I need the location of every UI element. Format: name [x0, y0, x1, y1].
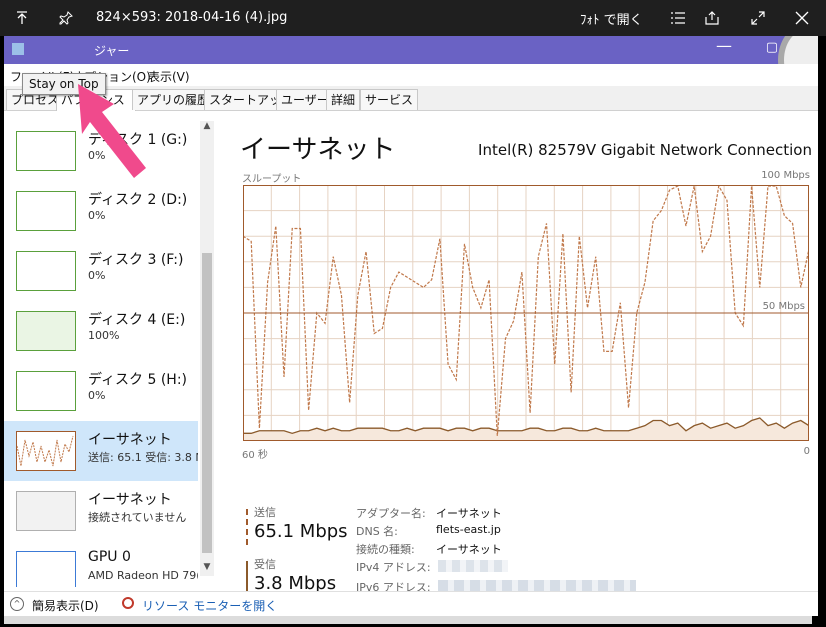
- y-mid-label: 50 Mbps: [763, 301, 805, 312]
- receive-label: 受信: [254, 558, 276, 571]
- menu-view[interactable]: 表示(V): [148, 68, 190, 85]
- info-value: イーサネット: [436, 507, 502, 520]
- minimize-icon[interactable]: —: [716, 36, 732, 55]
- chevron-up-icon[interactable]: ^: [10, 597, 24, 611]
- share-icon[interactable]: [692, 0, 732, 36]
- scroll-thumb[interactable]: [202, 253, 212, 553]
- device-thumbnail: [16, 431, 76, 471]
- close-icon[interactable]: [782, 0, 822, 36]
- device-name: GPU 0: [88, 549, 131, 565]
- device-usage: AMD Radeon HD 79(: [88, 569, 198, 582]
- device-usage: 100%: [88, 329, 120, 342]
- detail-title: イーサネット: [240, 135, 396, 165]
- scroll-up-icon[interactable]: ▲: [200, 121, 214, 135]
- open-in-photos-button[interactable]: ﾌｫﾄ で開く: [580, 9, 643, 28]
- device-name: ディスク 5 (H:): [88, 372, 187, 388]
- device-usage: 0%: [88, 389, 106, 402]
- info-value: イーサネット: [436, 543, 502, 556]
- scroll-down-icon[interactable]: ▼: [200, 562, 214, 576]
- device-ethernet-1[interactable]: イーサネット 送信: 65.1 受信: 3.8 M: [4, 421, 198, 481]
- device-thumbnail: [16, 491, 76, 531]
- device-ethernet-2[interactable]: イーサネット 接続されていません: [4, 481, 198, 541]
- throughput-chart: 50 Mbps: [243, 185, 809, 441]
- time-axis-label: 60 秒: [242, 450, 268, 461]
- adapter-name: Intel(R) 82579V Gigabit Network Connecti…: [478, 141, 812, 159]
- device-thumbnail: [16, 251, 76, 291]
- ipv4-redacted: [438, 560, 508, 572]
- resource-monitor-icon: [122, 597, 134, 609]
- device-name: ディスク 2 (D:): [88, 192, 188, 208]
- send-label: 送信: [254, 506, 276, 519]
- info-key: 接続の種類:: [356, 543, 415, 556]
- ethernet-detail-pane: イーサネット Intel(R) 82579V Gigabit Network C…: [216, 111, 818, 606]
- send-legend-bar: [246, 509, 248, 545]
- device-name: イーサネット: [88, 432, 172, 448]
- device-thumbnail: [16, 551, 76, 587]
- info-key: アダプター名:: [356, 507, 426, 520]
- window-title: ジャー: [94, 44, 130, 58]
- expand-icon[interactable]: [738, 0, 778, 36]
- pin-icon[interactable]: [46, 0, 86, 36]
- ethernet-mini-graph: [16, 435, 74, 467]
- device-disk-5[interactable]: ディスク 5 (H:) 0%: [4, 361, 198, 421]
- device-disk-4[interactable]: ディスク 4 (E:) 100%: [4, 301, 198, 361]
- info-key: IPv4 アドレス:: [356, 561, 431, 574]
- restore-icon[interactable]: ▢: [766, 40, 778, 55]
- tab-services[interactable]: サービス: [360, 89, 419, 110]
- device-usage: 送信: 65.1 受信: 3.8 M: [88, 451, 198, 464]
- device-thumbnail: [16, 131, 76, 171]
- device-gpu-0[interactable]: GPU 0 AMD Radeon HD 79(: [4, 541, 198, 587]
- device-list: ディスク 1 (G:) 0% ディスク 2 (D:) 0% ディスク 3 (F:…: [4, 111, 214, 606]
- stay-on-top-icon[interactable]: [2, 0, 42, 36]
- bottom-bar: ^ 簡易表示(D) リソース モニターを開く: [4, 591, 818, 616]
- device-usage: 0%: [88, 269, 106, 282]
- device-thumbnail: [16, 371, 76, 411]
- info-value: flets-east.jp: [436, 523, 501, 536]
- x-zero-label: 0: [803, 446, 810, 457]
- device-usage: 接続されていません: [88, 511, 187, 524]
- device-thumbnail: [16, 311, 76, 351]
- viewer-toolbar: 824×593: 2018-04-16 (4).jpg ﾌｫﾄ で開く: [0, 0, 826, 36]
- device-name: ディスク 4 (E:): [88, 312, 186, 328]
- tab-details[interactable]: 詳細: [326, 89, 361, 110]
- throughput-axis-label: スループット: [242, 174, 302, 185]
- fewer-details-button[interactable]: 簡易表示(D): [32, 597, 99, 614]
- device-disk-3[interactable]: ディスク 3 (F:) 0%: [4, 241, 198, 301]
- resource-monitor-link[interactable]: リソース モニターを開く: [142, 597, 277, 614]
- send-value: 65.1 Mbps: [254, 521, 348, 542]
- device-usage: 0%: [88, 209, 106, 222]
- viewer-horizontal-scrollbar[interactable]: [4, 616, 812, 624]
- image-title: 824×593: 2018-04-16 (4).jpg: [96, 10, 288, 25]
- app-icon: [12, 43, 24, 55]
- device-list-scrollbar[interactable]: ▲ ▼: [200, 121, 214, 576]
- y-max-label: 100 Mbps: [761, 170, 810, 181]
- device-name: イーサネット: [88, 492, 172, 508]
- info-key: DNS 名:: [356, 525, 398, 538]
- pink-arrow-annotation: [78, 84, 146, 178]
- task-manager-titlebar: ジャー — ▢: [4, 36, 818, 96]
- device-name: ディスク 3 (F:): [88, 252, 184, 268]
- device-disk-2[interactable]: ディスク 2 (D:) 0%: [4, 181, 198, 241]
- device-thumbnail: [16, 191, 76, 231]
